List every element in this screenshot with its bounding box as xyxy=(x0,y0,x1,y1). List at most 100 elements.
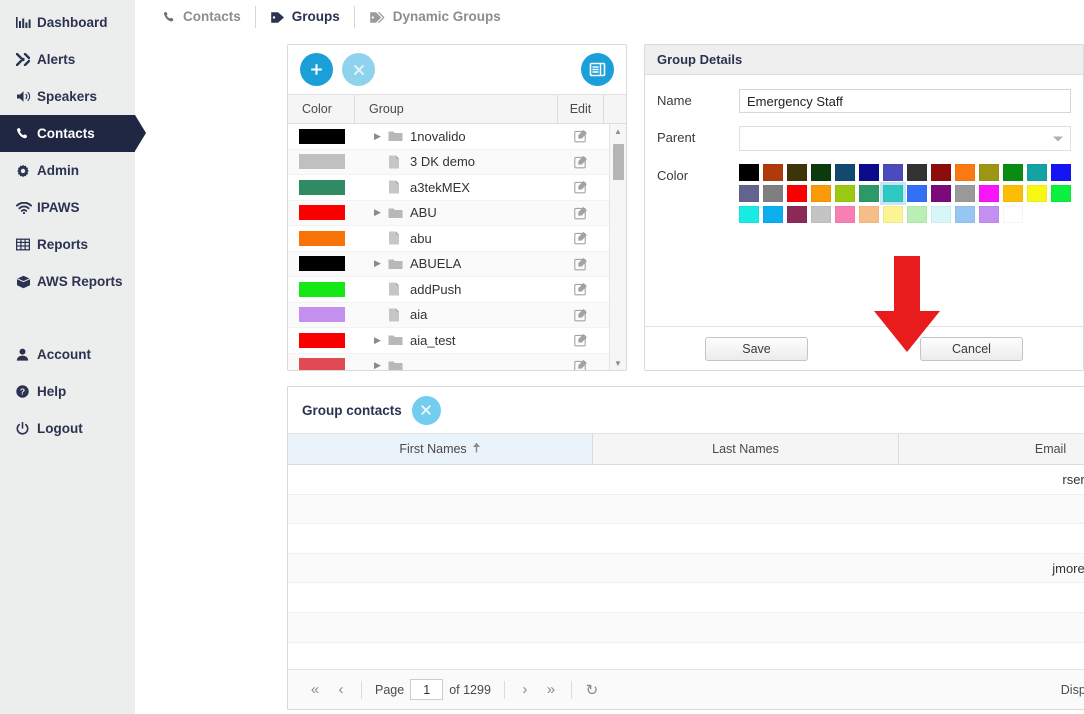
edit-group-button[interactable] xyxy=(558,308,603,322)
color-swatch[interactable] xyxy=(883,164,903,181)
column-header-email[interactable]: Email xyxy=(899,434,1084,464)
color-swatch[interactable] xyxy=(1051,185,1071,202)
edit-group-button[interactable] xyxy=(558,155,603,169)
edit-group-button[interactable] xyxy=(558,333,603,347)
edit-group-button[interactable] xyxy=(558,180,603,194)
sidebar-item-speakers[interactable]: Speakers xyxy=(0,78,135,115)
color-swatch[interactable] xyxy=(979,185,999,202)
color-swatch[interactable] xyxy=(955,185,975,202)
scroll-thumb[interactable] xyxy=(613,144,624,180)
table-row[interactable]: rserpa@genasys.com xyxy=(288,465,1084,495)
color-swatch[interactable] xyxy=(811,185,831,202)
color-swatch[interactable] xyxy=(979,206,999,223)
color-swatch[interactable] xyxy=(739,206,759,223)
color-swatch[interactable] xyxy=(739,164,759,181)
tree-row[interactable]: 3 DK demo xyxy=(288,149,626,175)
color-swatch[interactable] xyxy=(1027,164,1047,181)
cancel-button[interactable]: Cancel xyxy=(920,336,1023,361)
color-swatch[interactable] xyxy=(811,164,831,181)
add-group-button[interactable] xyxy=(300,53,333,86)
color-swatch[interactable] xyxy=(979,164,999,181)
group-tree-scrollbar[interactable]: ▲ ▼ xyxy=(609,124,626,370)
sidebar-item-contacts[interactable]: Contacts xyxy=(0,115,146,152)
delete-group-button[interactable] xyxy=(342,53,375,86)
table-row[interactable] xyxy=(288,612,1084,643)
color-swatch[interactable] xyxy=(1003,206,1023,223)
color-swatch[interactable] xyxy=(763,164,783,181)
sidebar-item-reports[interactable]: Reports xyxy=(0,226,135,263)
sidebar-item-alerts[interactable]: Alerts xyxy=(0,41,135,78)
color-swatch[interactable] xyxy=(883,206,903,223)
expand-arrow-icon[interactable]: ▶ xyxy=(371,361,384,370)
color-swatch[interactable] xyxy=(835,185,855,202)
edit-group-button[interactable] xyxy=(558,359,603,370)
tree-row[interactable]: ▶ 1novalido xyxy=(288,124,626,150)
column-header-last-names[interactable]: Last Names xyxy=(593,434,899,464)
edit-group-button[interactable] xyxy=(558,231,603,245)
color-swatch[interactable] xyxy=(1003,164,1023,181)
page-number-input[interactable] xyxy=(410,679,444,701)
sidebar-item-admin[interactable]: Admin xyxy=(0,152,135,189)
column-header-group[interactable]: Group xyxy=(355,95,558,123)
tree-row[interactable]: addPush xyxy=(288,277,626,303)
scroll-down-icon[interactable]: ▼ xyxy=(614,356,622,370)
sidebar-item-aws-reports[interactable]: AWS Reports xyxy=(0,263,135,300)
color-swatch[interactable] xyxy=(1051,164,1071,181)
color-swatch[interactable] xyxy=(1027,185,1047,202)
tree-row[interactable]: ▶ xyxy=(288,353,626,370)
sidebar-item-dashboard[interactable]: Dashboard xyxy=(0,4,135,41)
color-swatch[interactable] xyxy=(931,206,951,223)
next-page-button[interactable]: › xyxy=(512,677,538,703)
tab-groups[interactable]: Groups xyxy=(254,6,354,28)
edit-group-button[interactable] xyxy=(558,257,603,271)
color-swatch[interactable] xyxy=(739,185,759,202)
color-swatch[interactable] xyxy=(931,164,951,181)
column-header-color[interactable]: Color xyxy=(288,95,355,123)
expand-arrow-icon[interactable]: ▶ xyxy=(371,335,384,345)
tab-contacts[interactable]: Contacts xyxy=(149,6,255,28)
last-page-button[interactable]: » xyxy=(538,677,564,703)
color-swatch[interactable] xyxy=(880,182,906,205)
color-swatch[interactable] xyxy=(907,185,927,202)
expand-arrow-icon[interactable]: ▶ xyxy=(371,259,384,268)
color-swatch[interactable] xyxy=(859,206,879,223)
color-swatch[interactable] xyxy=(763,185,783,202)
sidebar-item-help[interactable]: ? Help xyxy=(0,373,135,410)
prev-page-button[interactable]: ‹ xyxy=(328,677,354,703)
table-row[interactable] xyxy=(288,643,1084,670)
tree-row[interactable]: ▶ aia_test xyxy=(288,328,626,354)
tab-dynamic-groups[interactable]: Dynamic Groups xyxy=(353,6,515,28)
color-swatch[interactable] xyxy=(787,164,807,181)
sidebar-item-logout[interactable]: Logout xyxy=(0,410,135,447)
expand-arrow-icon[interactable]: ▶ xyxy=(371,131,384,141)
color-swatch[interactable] xyxy=(859,185,879,202)
color-swatch[interactable] xyxy=(907,164,927,181)
parent-select[interactable] xyxy=(739,126,1071,151)
color-swatch[interactable] xyxy=(763,206,783,223)
color-swatch[interactable] xyxy=(931,185,951,202)
expand-arrow-icon[interactable]: ▶ xyxy=(371,208,384,217)
refresh-button[interactable]: ↻ xyxy=(579,677,605,703)
color-swatch[interactable] xyxy=(835,206,855,223)
color-swatch[interactable] xyxy=(835,164,855,181)
tree-row[interactable]: abu xyxy=(288,226,626,252)
tree-row[interactable]: ▶ ABUELA xyxy=(288,251,626,277)
scroll-track[interactable] xyxy=(610,138,626,356)
panel-layout-toggle-button[interactable] xyxy=(581,53,614,86)
color-swatch[interactable] xyxy=(787,206,807,223)
column-header-first-names[interactable]: First Names xyxy=(288,434,593,464)
color-swatch[interactable] xyxy=(907,206,927,223)
edit-group-button[interactable] xyxy=(558,282,603,296)
table-row[interactable] xyxy=(288,524,1084,554)
color-swatch[interactable] xyxy=(955,164,975,181)
tree-row[interactable]: a3tekMEX xyxy=(288,175,626,201)
scroll-up-icon[interactable]: ▲ xyxy=(614,124,622,138)
column-header-edit[interactable]: Edit xyxy=(558,95,603,123)
tree-row[interactable]: aia xyxy=(288,302,626,328)
edit-group-button[interactable] xyxy=(558,129,603,143)
color-swatch[interactable] xyxy=(787,185,807,202)
tree-row[interactable]: ▶ ABU xyxy=(288,200,626,226)
table-row[interactable] xyxy=(288,494,1084,525)
close-group-contacts-button[interactable] xyxy=(411,395,441,425)
table-row[interactable] xyxy=(288,583,1084,613)
